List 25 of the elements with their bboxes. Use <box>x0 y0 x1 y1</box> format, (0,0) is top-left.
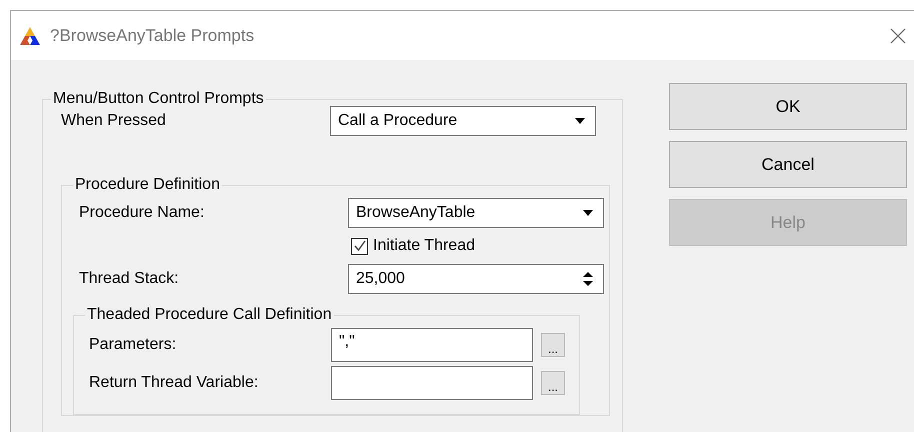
dialog-button[interactable]: OK <box>669 83 907 130</box>
input-field[interactable]: "," <box>331 328 533 362</box>
field-label: Parameters: <box>89 336 178 354</box>
dialog-button[interactable]: Cancel <box>669 141 907 188</box>
dropdown[interactable]: Call a Procedure <box>330 106 596 136</box>
field-label: Thread Stack: <box>79 270 180 288</box>
checkbox[interactable] <box>351 238 368 254</box>
app-logo-icon <box>20 26 40 44</box>
window-title: ?BrowseAnyTable Prompts <box>50 26 256 46</box>
browse-button[interactable]: ... <box>541 371 565 395</box>
close-icon[interactable] <box>890 28 906 44</box>
field-label: When Pressed <box>61 112 167 130</box>
browse-button[interactable]: ... <box>541 333 565 357</box>
spinner-arrows-icon[interactable] <box>583 271 593 287</box>
dropdown-arrow-icon <box>575 118 585 124</box>
dropdown-arrow-icon <box>583 210 593 216</box>
checkbox-label: Initiate Thread <box>373 237 475 255</box>
group-title: Theaded Procedure Call Definition <box>86 306 333 324</box>
group-title: Procedure Definition <box>74 176 221 194</box>
spin-field[interactable]: 25,000 <box>348 264 604 294</box>
field-label: Return Thread Variable: <box>89 374 260 392</box>
field-label: Procedure Name: <box>79 204 206 222</box>
dropdown[interactable]: BrowseAnyTable <box>348 198 604 228</box>
group-title: Menu/Button Control Prompts <box>52 90 265 108</box>
input-field[interactable] <box>331 366 533 400</box>
